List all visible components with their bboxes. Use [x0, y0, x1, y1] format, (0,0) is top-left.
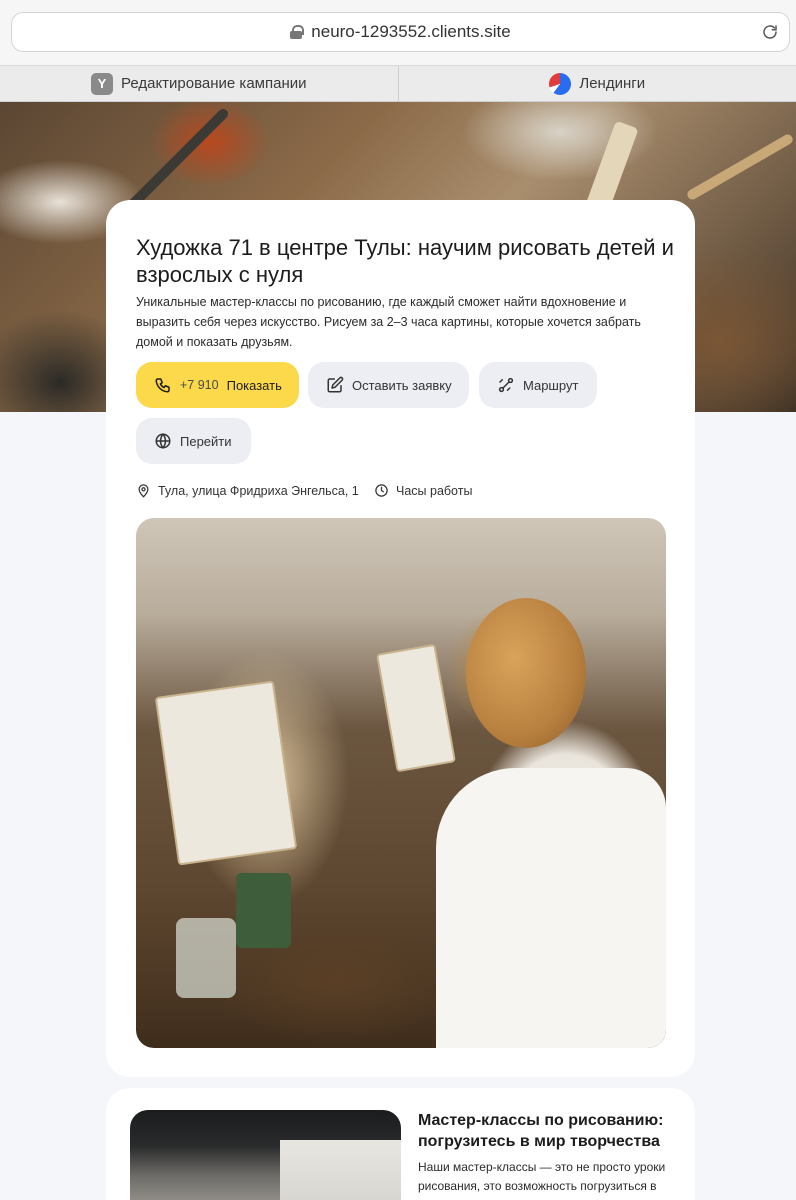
tab-campaign-edit[interactable]: Y Редактирование кампании: [0, 66, 398, 101]
section-title: Мастер-классы по рисованию: погрузитесь …: [418, 1112, 664, 1150]
address-link[interactable]: Тула, улица Фридриха Энгельса, 1: [136, 483, 359, 498]
address-text: Тула, улица Фридриха Энгельса, 1: [158, 483, 359, 498]
browser-toolbar: neuro-1293552.clients.site: [0, 0, 796, 66]
edit-icon: [327, 376, 344, 393]
route-icon: [498, 377, 514, 393]
apply-label: Оставить заявку: [352, 377, 452, 393]
leave-request-button[interactable]: Оставить заявку: [308, 362, 469, 408]
go-label: Перейти: [180, 433, 232, 449]
hero-card: Художка 71 в центре Тулы: научим рисоват…: [106, 200, 695, 1077]
page-title: Художка 71 в центре Тулы: научим рисоват…: [136, 235, 674, 287]
reload-icon[interactable]: [761, 23, 779, 41]
route-label: Маршрут: [523, 377, 579, 393]
yandex-y-icon: Y: [91, 72, 113, 95]
route-button[interactable]: Маршрут: [479, 362, 597, 408]
section-text: Наши мастер-классы — это не просто уроки…: [418, 1160, 666, 1200]
url-text: neuro-1293552.clients.site: [311, 22, 511, 41]
phone-show-label: Показать: [226, 377, 282, 393]
studio-photo: [130, 1110, 401, 1200]
globe-icon: [155, 433, 171, 449]
clock-icon: [375, 484, 388, 497]
tab-bar: Y Редактирование кампании Лендинги: [0, 66, 796, 102]
lock-icon: [290, 25, 305, 39]
phone-number-partial: +7 910: [180, 378, 219, 392]
tab-landings[interactable]: Лендинги: [397, 66, 796, 101]
go-website-button[interactable]: Перейти: [136, 418, 251, 464]
landings-logo-icon: [549, 72, 572, 95]
show-phone-button[interactable]: +7 910 Показать: [136, 362, 299, 408]
hours-link[interactable]: Часы работы: [374, 483, 472, 498]
section-card: Мастер-классы по рисованию: погрузитесь …: [106, 1088, 695, 1200]
address-bar[interactable]: neuro-1293552.clients.site: [11, 12, 790, 52]
tab-label: Редактирование кампании: [121, 75, 307, 92]
tab-label: Лендинги: [579, 75, 646, 92]
master-class-photo: [136, 518, 666, 1048]
location-pin-icon: [138, 484, 149, 498]
hours-text: Часы работы: [396, 483, 473, 498]
hero-description: Уникальные мастер-классы по рисованию, г…: [136, 295, 641, 349]
phone-icon: [155, 378, 170, 393]
